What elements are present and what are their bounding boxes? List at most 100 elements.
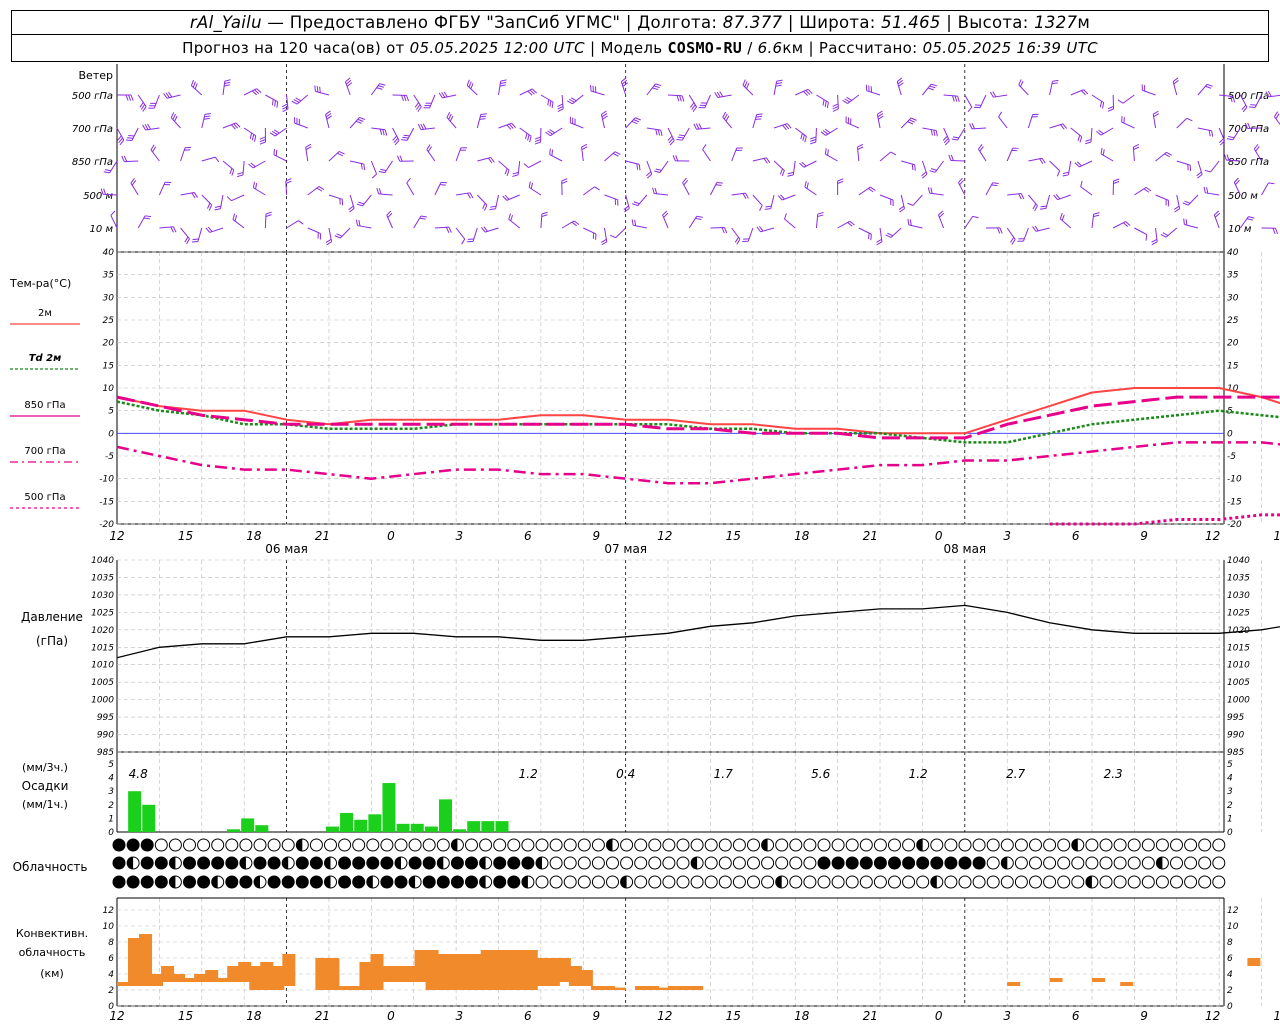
cloud-symbol (450, 875, 464, 889)
temp-ytick-right: -5 (1227, 452, 1236, 462)
cloud-symbol-half (451, 839, 458, 851)
cloud-symbol (225, 838, 239, 852)
wind-barb-flag (695, 217, 702, 220)
wind-barb-flag (214, 156, 220, 163)
time-tick-temp: 18 (246, 529, 262, 543)
time-tick-temp: 12 (1205, 529, 1220, 543)
cloud-symbol (281, 875, 295, 889)
wind-barb-flag (723, 227, 728, 234)
cloud-symbol (1127, 856, 1141, 870)
cloud-symbol (930, 856, 944, 870)
wind-barb (879, 151, 892, 162)
wind-barb-flag (827, 149, 829, 156)
wind-barb-flag (824, 148, 827, 155)
cloud-symbol (972, 875, 986, 889)
wind-barb-flag (420, 215, 427, 218)
cloud-symbol (591, 838, 605, 852)
precip-total-label: 1.7 (714, 767, 733, 781)
precip-bar (255, 825, 269, 832)
cloud-symbol (761, 875, 775, 889)
wind-barb (702, 149, 711, 162)
pressure-ytick-right: 995 (1227, 713, 1244, 723)
wind-barb-flag (655, 168, 662, 171)
wind-barb-flag (191, 240, 198, 243)
wind-barb (201, 156, 216, 162)
cloud-symbol (1170, 875, 1183, 889)
cloud-symbol (577, 838, 591, 852)
cloud-symbol-half (324, 876, 331, 888)
precip-ytick-right: 2 (1227, 801, 1233, 811)
wind-barb-flag (355, 120, 362, 124)
wind-barb-flag (1079, 136, 1083, 143)
cloud-symbol (211, 838, 225, 852)
wind-barb-flag (376, 87, 383, 90)
cloud-symbol (1141, 875, 1155, 889)
cloud-symbol (718, 875, 732, 889)
wind-barb-flag (1183, 218, 1185, 225)
cloud-symbol-half (282, 857, 289, 869)
cloud-symbol (817, 875, 831, 889)
wind-barb-flag (249, 132, 253, 139)
cloud-symbol (1170, 856, 1183, 870)
cloud-symbol (465, 856, 478, 870)
cloud-symbol (1057, 856, 1071, 870)
precip-total-label: 4.8 (129, 767, 148, 781)
wind-barb-flag (1151, 241, 1158, 246)
wind-barb-flag (448, 113, 452, 120)
wind-barb-flag (194, 83, 198, 90)
wind-barb-flag (876, 241, 883, 246)
cloud-symbol (126, 875, 140, 889)
cloud-symbol (338, 875, 352, 889)
wind-barb-flag (929, 85, 936, 89)
cloud-symbol (549, 838, 563, 852)
wind-barb-flag (469, 192, 474, 199)
wind-barb-flag (972, 215, 979, 219)
cloud-symbol (197, 838, 211, 852)
temp-series-line (1049, 513, 1280, 526)
wind-barb-flag (314, 85, 316, 92)
cloud-symbol (958, 838, 972, 852)
wind-barb-flag (255, 183, 258, 190)
wind-barb-flag (1062, 171, 1069, 175)
cloud-symbol (732, 838, 746, 852)
cloud-symbol (380, 838, 394, 852)
wind-barb-flag (951, 138, 958, 141)
cloud-symbol (676, 838, 690, 852)
time-tick-temp: 3 (1003, 529, 1011, 543)
temp-series-line (116, 400, 1280, 444)
wind-barb-flag (776, 82, 783, 85)
pressure-ytick: 1000 (91, 696, 114, 706)
cloud-symbol-half (1156, 857, 1163, 869)
wind-barb (912, 194, 923, 206)
wind-barb-flag (746, 82, 750, 89)
conv-title-1: Конвективн. (16, 927, 88, 940)
wind-barb-flag (693, 123, 697, 130)
wind-barb-flag (1228, 136, 1235, 139)
wind-barb-flag (930, 129, 933, 136)
cloud-symbol-half (366, 876, 373, 888)
cloud-symbol (338, 856, 352, 870)
wind-barb-flag (837, 178, 844, 182)
wind-barb-flag (523, 163, 529, 168)
precip-bar (453, 829, 467, 832)
cloud-symbol-half (521, 876, 528, 888)
wind-barb-flag (653, 85, 660, 89)
meteogram-svg: Ветер 500 гПа 500 гПа 700 гПа 700 гПа 850 гПа… (9, 64, 1280, 1023)
time-tick-bottom: 0 (935, 1009, 943, 1023)
cloud-symbol (1029, 856, 1042, 870)
wind-barb (1273, 116, 1280, 126)
wind-barb-flag (633, 201, 640, 205)
cloud-symbol (197, 856, 211, 870)
cloud-symbol (1198, 875, 1212, 889)
cloud-symbol (732, 856, 746, 870)
cloud-symbol (803, 856, 817, 870)
time-tick-bottom: 6 (524, 1009, 532, 1023)
cloud-symbol (1212, 875, 1226, 889)
temp-series-line (116, 395, 1280, 440)
wind-barb-flag (631, 120, 638, 125)
wind-barb-flag (657, 129, 661, 136)
time-tick-bottom: 18 (246, 1009, 262, 1023)
cloud-symbol (183, 856, 196, 870)
wind-level-label-right: 500 м (1228, 191, 1258, 202)
cloud-symbol (1057, 838, 1071, 852)
